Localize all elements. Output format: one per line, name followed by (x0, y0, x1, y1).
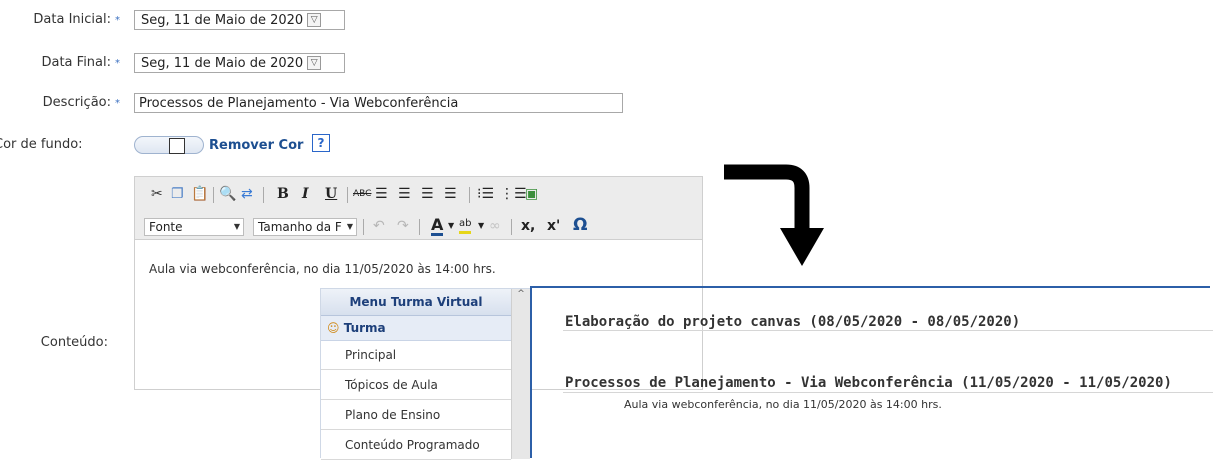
align-right-icon[interactable]: ☰ (421, 185, 434, 203)
numbered-list-icon[interactable]: ⋮☰ (500, 185, 527, 203)
cor-de-fundo-label: Cor de fundo: (0, 137, 83, 152)
panel-left-border (530, 288, 532, 458)
topic-description: Aula via webconferência, no dia 11/05/20… (624, 398, 942, 411)
topic-divider (563, 392, 1213, 393)
cut-icon[interactable]: ✂ (151, 185, 163, 203)
topic-title[interactable]: Processos de Planejamento - Via Webconfe… (565, 375, 1172, 391)
font-size-select[interactable]: Tamanho da F ▼ (253, 218, 357, 236)
data-inicial-select[interactable]: Seg, 11 de Maio de 2020 ▽ (134, 10, 345, 30)
topic-divider (563, 330, 1213, 331)
menu-item-plano[interactable]: Plano de Ensino (321, 401, 511, 430)
descricao-label: Descrição: * (42, 95, 120, 110)
redo-icon[interactable]: ↷ (397, 217, 409, 235)
editor-toolbar: ✂ ❐ 📋 🔍 ⇄ B I U ABC ☰ ☰ ☰ ☰ ⁝☰ ⋮☰ ▣ Font… (134, 176, 703, 240)
group-icon: ☺ (327, 321, 340, 335)
menu-title: Menu Turma Virtual (321, 289, 511, 316)
bullet-list-icon[interactable]: ⁝☰ (477, 185, 494, 203)
menu-section-turma[interactable]: ☺ Turma (321, 316, 511, 341)
chevron-down-icon[interactable]: ▼ (448, 217, 454, 235)
link-icon[interactable]: ∞ (489, 217, 501, 235)
required-star-icon: * (115, 58, 120, 69)
menu-turma-virtual: Menu Turma Virtual ☺ Turma Principal Tóp… (320, 288, 530, 460)
menu-item-principal[interactable]: Principal (321, 341, 511, 370)
chevron-down-icon[interactable]: ▽ (307, 56, 322, 70)
justify-icon[interactable]: ☰ (444, 185, 457, 203)
remover-cor-link[interactable]: Remover Cor (209, 138, 303, 153)
arrow-icon (724, 164, 824, 266)
italic-button[interactable]: I (302, 185, 309, 203)
subscript-button[interactable]: x, (521, 217, 535, 235)
descricao-input[interactable] (134, 93, 623, 113)
strikethrough-icon[interactable]: ABC (353, 185, 371, 203)
color-swatch (169, 138, 185, 154)
required-star-icon: * (115, 15, 120, 26)
copy-icon[interactable]: ❐ (171, 185, 184, 203)
undo-icon[interactable]: ↶ (373, 217, 385, 235)
panel-top-border (530, 286, 1210, 288)
menu-item-conteudo[interactable]: Conteúdo Programado (321, 431, 511, 460)
help-icon[interactable]: ? (312, 134, 330, 152)
find-icon[interactable]: 🔍 (219, 185, 236, 203)
replace-icon[interactable]: ⇄ (241, 185, 253, 203)
data-final-select[interactable]: Seg, 11 de Maio de 2020 ▽ (134, 53, 345, 73)
paste-icon[interactable]: 📋 (191, 185, 208, 203)
align-left-icon[interactable]: ☰ (375, 185, 388, 203)
chevron-down-icon[interactable]: ▽ (307, 13, 322, 27)
dropdown-arrow-icon: ▼ (233, 222, 240, 231)
conteudo-label: Conteúdo: (40, 335, 108, 350)
highlight-icon[interactable]: ab (459, 217, 472, 234)
topic-title[interactable]: Elaboração do projeto canvas (08/05/2020… (565, 314, 1020, 330)
image-icon[interactable]: ▣ (525, 185, 538, 203)
data-final-label: Data Final: * (41, 55, 120, 70)
editor-content-text: Aula via webconferência, no dia 11/05/20… (149, 262, 496, 276)
bold-button[interactable]: B (277, 185, 289, 203)
underline-button[interactable]: U (325, 185, 337, 203)
scroll-up-icon[interactable]: ^ (512, 289, 530, 305)
color-picker-toggle[interactable] (134, 136, 204, 154)
chevron-down-icon[interactable]: ▼ (478, 217, 484, 235)
font-color-icon[interactable]: A (431, 217, 444, 236)
special-char-button[interactable]: Ω (573, 216, 587, 234)
align-center-icon[interactable]: ☰ (398, 185, 411, 203)
dropdown-arrow-icon: ▼ (346, 222, 353, 231)
menu-scrollbar[interactable]: ^ (511, 289, 530, 459)
font-select[interactable]: Fonte ▼ (144, 218, 244, 236)
required-star-icon: * (115, 98, 120, 109)
menu-item-topicos[interactable]: Tópicos de Aula (321, 371, 511, 400)
superscript-button[interactable]: x' (547, 217, 560, 235)
data-inicial-label: Data Inicial: * (33, 12, 120, 27)
